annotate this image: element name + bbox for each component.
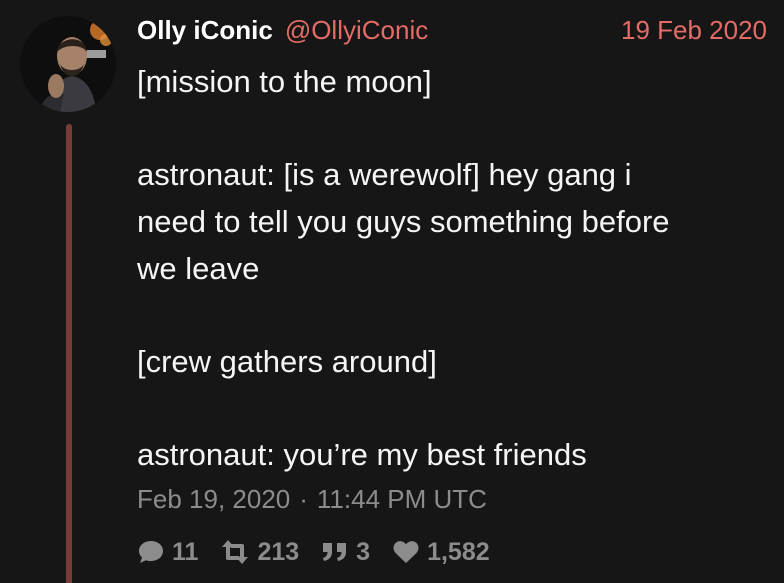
timestamp-time: 11:44 PM UTC	[316, 484, 487, 514]
retweet-button[interactable]: 213	[220, 538, 299, 567]
tweet-line: [mission to the moon]	[137, 64, 432, 99]
tweet-line: astronaut: [is a werewolf] hey gang i	[137, 157, 632, 192]
reply-button[interactable]: 11	[137, 538, 198, 567]
quote-count: 3	[356, 537, 371, 566]
like-button[interactable]: 1,582	[392, 538, 490, 567]
tweet-line: astronaut: you’re my best friends	[137, 437, 587, 472]
quote-icon	[323, 543, 347, 561]
thread-line	[66, 124, 72, 583]
tweet-line: we leave	[137, 251, 260, 286]
tweet-card: Olly iConic @OllyiConic 19 Feb 2020 [mis…	[0, 0, 784, 583]
speech-bubble-icon	[139, 541, 163, 563]
timestamp-separator: ·	[299, 484, 308, 514]
like-count: 1,582	[427, 537, 490, 566]
tweet-line: [crew gathers around]	[137, 344, 437, 379]
tweet-date[interactable]: 19 Feb 2020	[621, 12, 767, 48]
tweet-header: Olly iConic @OllyiConic 19 Feb 2020	[137, 12, 767, 48]
heart-icon	[393, 541, 419, 563]
retweet-icon	[222, 540, 249, 564]
tweet-line: need to tell you guys something before	[137, 204, 670, 239]
retweet-count: 213	[257, 537, 300, 566]
timestamp-date: Feb 19, 2020	[137, 484, 291, 514]
quote-button[interactable]: 3	[321, 538, 370, 567]
tweet-timestamp[interactable]: Feb 19, 2020 · 11:44 PM UTC	[137, 484, 487, 515]
reply-count: 11	[172, 537, 199, 566]
tweet-text: [mission to the moon] astronaut: [is a w…	[137, 58, 777, 478]
display-name[interactable]: Olly iConic	[137, 15, 273, 46]
tweet-stats: 11 213 3 1,582	[137, 534, 512, 570]
user-handle[interactable]: @OllyiConic	[285, 15, 428, 46]
avatar-photo-icon	[20, 16, 116, 112]
avatar[interactable]	[20, 16, 116, 112]
